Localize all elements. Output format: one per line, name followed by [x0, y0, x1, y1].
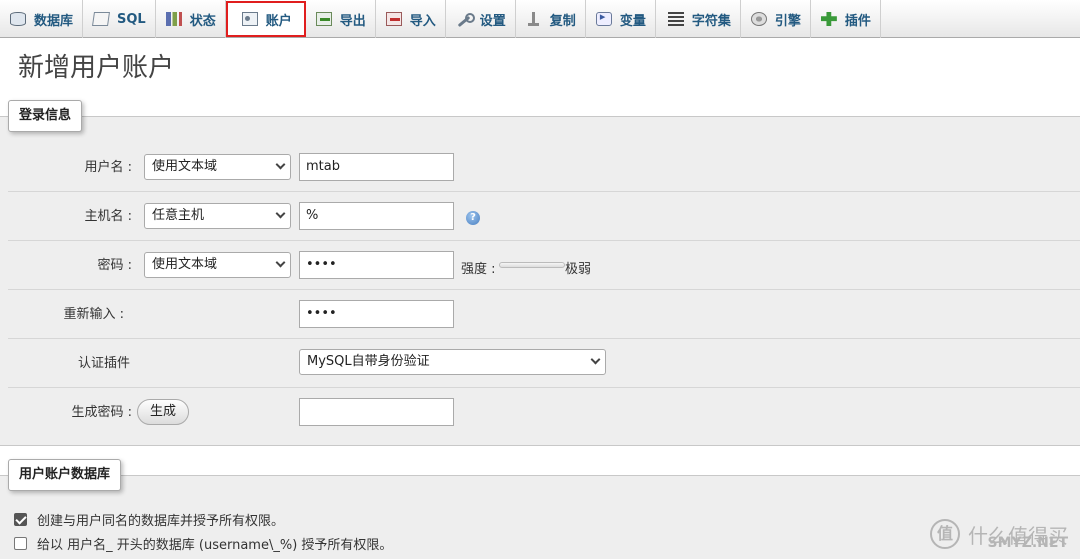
watermark-subtext: SMYZ.NET	[987, 535, 1068, 551]
tab-import[interactable]: 导入	[376, 0, 446, 38]
user-database-fieldset: 创建与用户同名的数据库并授予所有权限。 给以 用户名_ 开头的数据库 (user…	[0, 475, 1080, 559]
strength-label: 强度 :	[461, 262, 496, 277]
wrench-icon	[456, 12, 475, 26]
host-mode-select[interactable]: 任意主机	[144, 203, 291, 229]
password-mode-value: 使用文本域	[152, 257, 218, 272]
retype-row: 重新输入 : ••••	[8, 290, 1080, 339]
tab-label: 设置	[479, 13, 506, 29]
strength-value: 极弱	[565, 262, 592, 277]
generate-password-label: 生成密码 :	[71, 405, 132, 420]
password-mode-select[interactable]: 使用文本域	[144, 252, 291, 278]
top-tab-bar: 数据库 SQL 状态 账户 导出 导入 设置 复制 变量 字符集 引擎 插件	[0, 0, 1080, 38]
grant-prefix-option[interactable]: 给以 用户名_ 开头的数据库 (username\_%) 授予所有权限。	[14, 534, 393, 553]
import-icon	[385, 12, 402, 26]
create-db-option[interactable]: 创建与用户同名的数据库并授予所有权限。	[14, 510, 285, 529]
tab-databases[interactable]: 数据库	[0, 0, 84, 38]
grant-prefix-checkbox[interactable]	[14, 536, 27, 550]
tab-charset[interactable]: 字符集	[656, 0, 741, 38]
password-strength-meter	[499, 262, 565, 268]
login-info-fieldset: 用户名 : 使用文本域 mtab 主机名 : 任意主机 % ? 密码 : 使用文…	[0, 116, 1080, 446]
create-db-checkbox[interactable]	[14, 512, 27, 526]
host-mode-value: 任意主机	[152, 208, 205, 223]
username-label: 用户名 :	[84, 160, 132, 175]
auth-plugin-select[interactable]: MySQL自带身份验证	[299, 349, 606, 375]
tab-settings[interactable]: 设置	[446, 0, 516, 38]
retype-label: 重新输入 :	[63, 307, 124, 322]
host-input[interactable]: %	[299, 202, 454, 230]
tab-engines[interactable]: 引擎	[741, 0, 811, 38]
host-label: 主机名 :	[84, 209, 132, 224]
tab-label: 字符集	[691, 13, 731, 29]
tab-label: 引擎	[774, 13, 801, 29]
tab-label: 状态	[189, 13, 216, 29]
tab-replication[interactable]: 复制	[516, 0, 586, 38]
chevron-down-icon	[590, 354, 601, 365]
tab-plugins[interactable]: 插件	[811, 0, 881, 38]
auth-plugin-value: MySQL自带身份验证	[307, 354, 430, 369]
username-mode-value: 使用文本域	[152, 159, 218, 174]
tab-sql[interactable]: SQL	[83, 0, 156, 38]
tab-label: 数据库	[34, 13, 74, 29]
tab-label: SQL	[117, 11, 146, 27]
help-icon[interactable]: ?	[466, 211, 480, 225]
host-row: 主机名 : 任意主机 % ?	[8, 192, 1080, 241]
auth-plugin-label: 认证插件	[77, 356, 130, 371]
chevron-down-icon	[275, 159, 286, 170]
sql-icon	[92, 12, 110, 26]
generate-password-row: 生成密码 : 生成	[8, 388, 1080, 437]
plugin-icon	[820, 12, 837, 26]
status-chart-icon	[165, 12, 182, 26]
password-label: 密码 :	[97, 258, 132, 273]
tab-accounts[interactable]: 账户	[225, 1, 306, 37]
replication-icon	[526, 12, 542, 26]
tab-label: 复制	[549, 13, 576, 29]
tab-label: 账户	[265, 13, 292, 29]
tab-label: 导出	[339, 13, 366, 29]
password-row: 密码 : 使用文本域 •••• 强度 : 极弱	[8, 241, 1080, 290]
user-accounts-icon	[241, 12, 258, 26]
create-db-label: 创建与用户同名的数据库并授予所有权限。	[37, 513, 285, 529]
variables-icon	[595, 10, 612, 26]
user-database-legend: 用户账户数据库	[8, 459, 122, 491]
retype-password-input[interactable]: ••••	[299, 300, 454, 328]
tab-label: 插件	[844, 13, 871, 29]
generated-password-input[interactable]	[299, 398, 454, 426]
page-title: 新增用户账户	[18, 53, 175, 83]
tab-export[interactable]: 导出	[306, 0, 376, 38]
engines-icon	[750, 12, 767, 26]
chevron-down-icon	[275, 257, 286, 268]
auth-plugin-row: 认证插件 MySQL自带身份验证	[8, 339, 1080, 388]
tab-label: 导入	[409, 13, 436, 29]
watermark-logo: 值	[930, 519, 960, 549]
charset-icon	[667, 12, 684, 26]
username-mode-select[interactable]: 使用文本域	[144, 154, 291, 180]
export-icon	[315, 12, 332, 26]
username-row: 用户名 : 使用文本域 mtab	[8, 143, 1080, 192]
tab-label: 变量	[619, 13, 646, 29]
chevron-down-icon	[275, 208, 286, 219]
tab-variables[interactable]: 变量	[586, 0, 656, 38]
login-info-legend: 登录信息	[8, 100, 83, 132]
database-icon	[10, 12, 26, 26]
generate-password-button[interactable]: 生成	[137, 399, 190, 425]
username-input[interactable]: mtab	[299, 153, 454, 181]
tab-status[interactable]: 状态	[156, 0, 226, 38]
password-input[interactable]: ••••	[299, 251, 454, 279]
grant-prefix-label: 给以 用户名_ 开头的数据库 (username\_%) 授予所有权限。	[37, 537, 393, 553]
site-watermark: 值 什么值得买 SMYZ.NET	[930, 519, 1068, 551]
